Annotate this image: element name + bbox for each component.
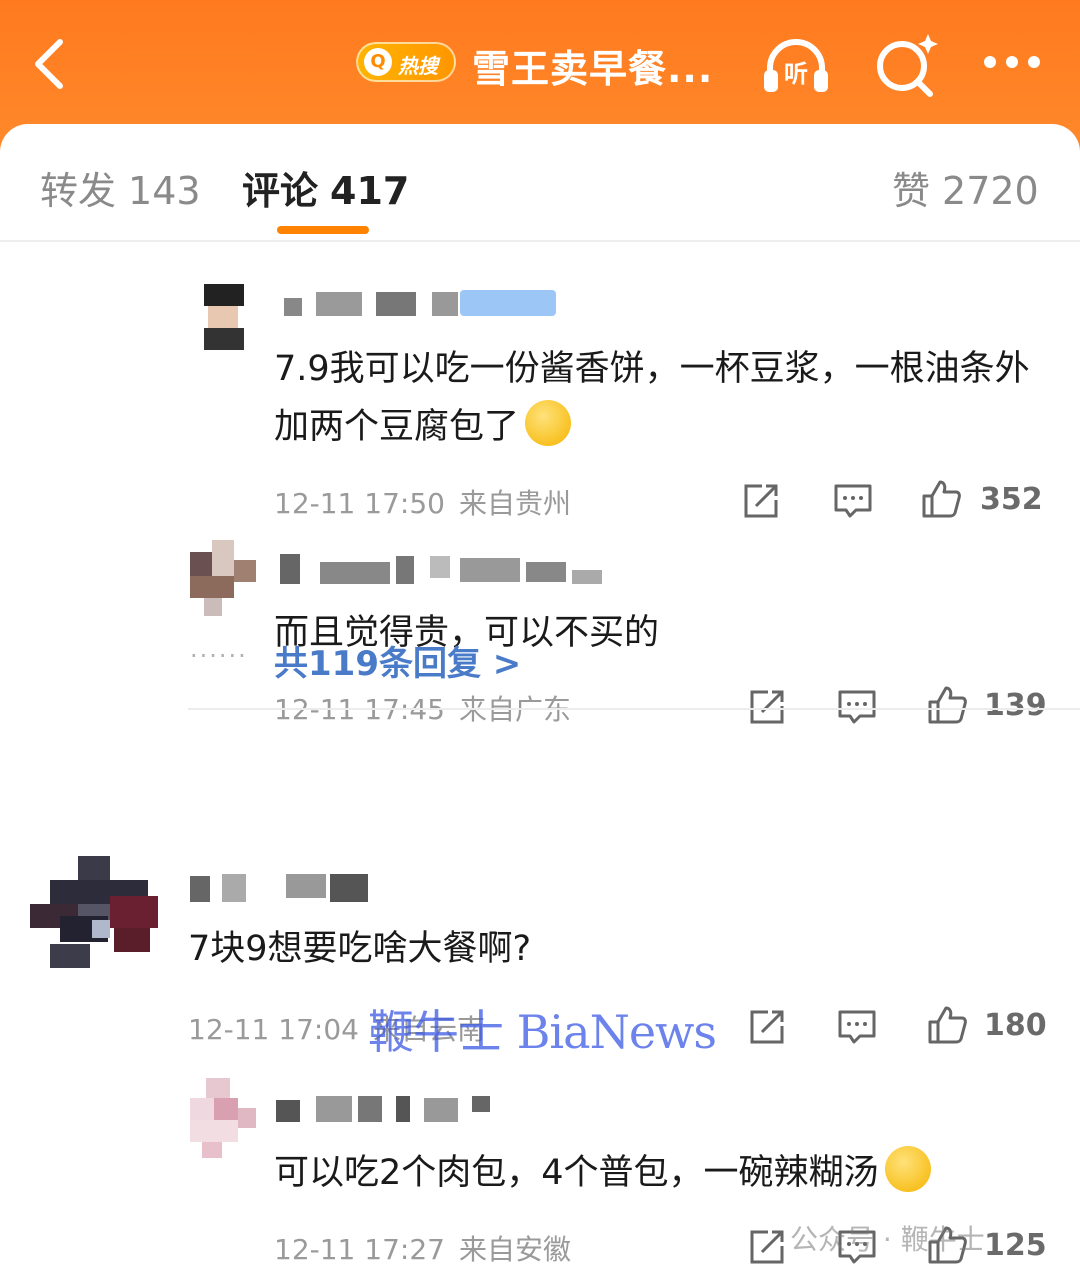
username-blurred[interactable]	[276, 1092, 496, 1126]
more-replies-link[interactable]: 共119条回复 >	[274, 636, 521, 685]
comment-icon[interactable]	[836, 1006, 878, 1048]
like-count: 352	[980, 482, 1043, 517]
search-q-icon: Q	[364, 48, 392, 76]
divider	[188, 708, 1080, 710]
hot-search-badge[interactable]: Q 热搜	[356, 42, 456, 82]
tab-repost-label: 转发	[40, 169, 117, 213]
share-icon[interactable]	[746, 1006, 788, 1048]
like-count: 139	[984, 688, 1047, 723]
like-thumb-icon[interactable]	[926, 1004, 968, 1046]
hot-search-label: 热搜	[398, 54, 438, 78]
tab-comments-label: 评论	[242, 169, 319, 213]
comment-time: 12-11 17:27	[274, 1233, 445, 1266]
comment-meta: 12-11 17:50 来自贵州	[274, 482, 571, 522]
like-count: 180	[984, 1008, 1047, 1043]
username-blurred[interactable]	[280, 552, 610, 586]
wechat-watermark: 公众号 · 鞭牛士	[790, 1223, 985, 1256]
laughing-emoji-icon	[884, 1146, 931, 1192]
topic-title[interactable]: 雪王卖早餐...	[472, 38, 713, 93]
comment-meta: 12-11 17:27 来自安徽	[274, 1228, 571, 1268]
listen-label: 听	[784, 60, 808, 88]
comment-icon[interactable]	[836, 686, 878, 728]
avatar[interactable]	[190, 1078, 256, 1158]
watermark-text: 鞭牛士 BiaNews	[368, 1005, 717, 1059]
comment-time: 12-11 17:50	[274, 487, 445, 520]
avatar[interactable]	[30, 856, 158, 968]
search-icon[interactable]	[870, 30, 942, 102]
comment-text: 7.9我可以吃一份酱香饼，一杯豆浆，一根油条外加两个豆腐包了	[274, 340, 1034, 456]
share-icon[interactable]	[746, 686, 788, 728]
comment-icon[interactable]	[832, 480, 874, 522]
like-count: 125	[984, 1228, 1047, 1263]
tab-comments-count: 417	[330, 169, 410, 213]
username-blurred[interactable]	[284, 288, 556, 322]
comment-time: 12-11 17:04	[188, 1013, 359, 1046]
comment-text-content: 7.9我可以吃一份酱香饼，一杯豆浆，一根油条外加两个豆腐包了	[274, 349, 1030, 447]
more-replies-dots: ······	[190, 642, 248, 670]
active-tab-indicator	[277, 226, 369, 234]
comment-text-content: 7块9想要吃啥大餐啊?	[188, 929, 532, 969]
tab-repost-count: 143	[128, 169, 201, 213]
sweat-smile-emoji-icon	[525, 400, 572, 446]
comment-location: 来自安徽	[458, 1233, 571, 1266]
like-thumb-icon[interactable]	[920, 478, 962, 520]
tab-comments[interactable]: 评论 417	[242, 160, 409, 215]
avatar[interactable]	[204, 284, 244, 350]
share-icon[interactable]	[746, 1226, 788, 1268]
comment-text: 7块9想要吃啥大餐啊?	[188, 920, 1028, 978]
back-arrow-icon[interactable]	[28, 34, 78, 94]
more-menu-icon[interactable]	[976, 30, 1048, 102]
comment-text-content: 可以吃2个肉包，4个普包，一碗辣糊汤	[274, 1153, 879, 1193]
comment-text: 可以吃2个肉包，4个普包，一碗辣糊汤	[274, 1144, 1054, 1202]
listen-headphone-icon[interactable]: 听	[760, 30, 832, 102]
tab-likes-label: 赞	[892, 169, 931, 213]
tab-likes[interactable]: 赞 2720	[892, 160, 1039, 215]
share-icon[interactable]	[740, 480, 782, 522]
avatar[interactable]	[190, 540, 256, 616]
tab-repost[interactable]: 转发 143	[40, 160, 201, 215]
tab-bar: 转发 143 评论 417 赞 2720	[0, 124, 1080, 242]
username-blurred[interactable]	[190, 870, 368, 904]
tab-likes-count: 2720	[942, 169, 1039, 213]
comment-location: 来自贵州	[458, 487, 571, 520]
like-thumb-icon[interactable]	[926, 684, 968, 726]
